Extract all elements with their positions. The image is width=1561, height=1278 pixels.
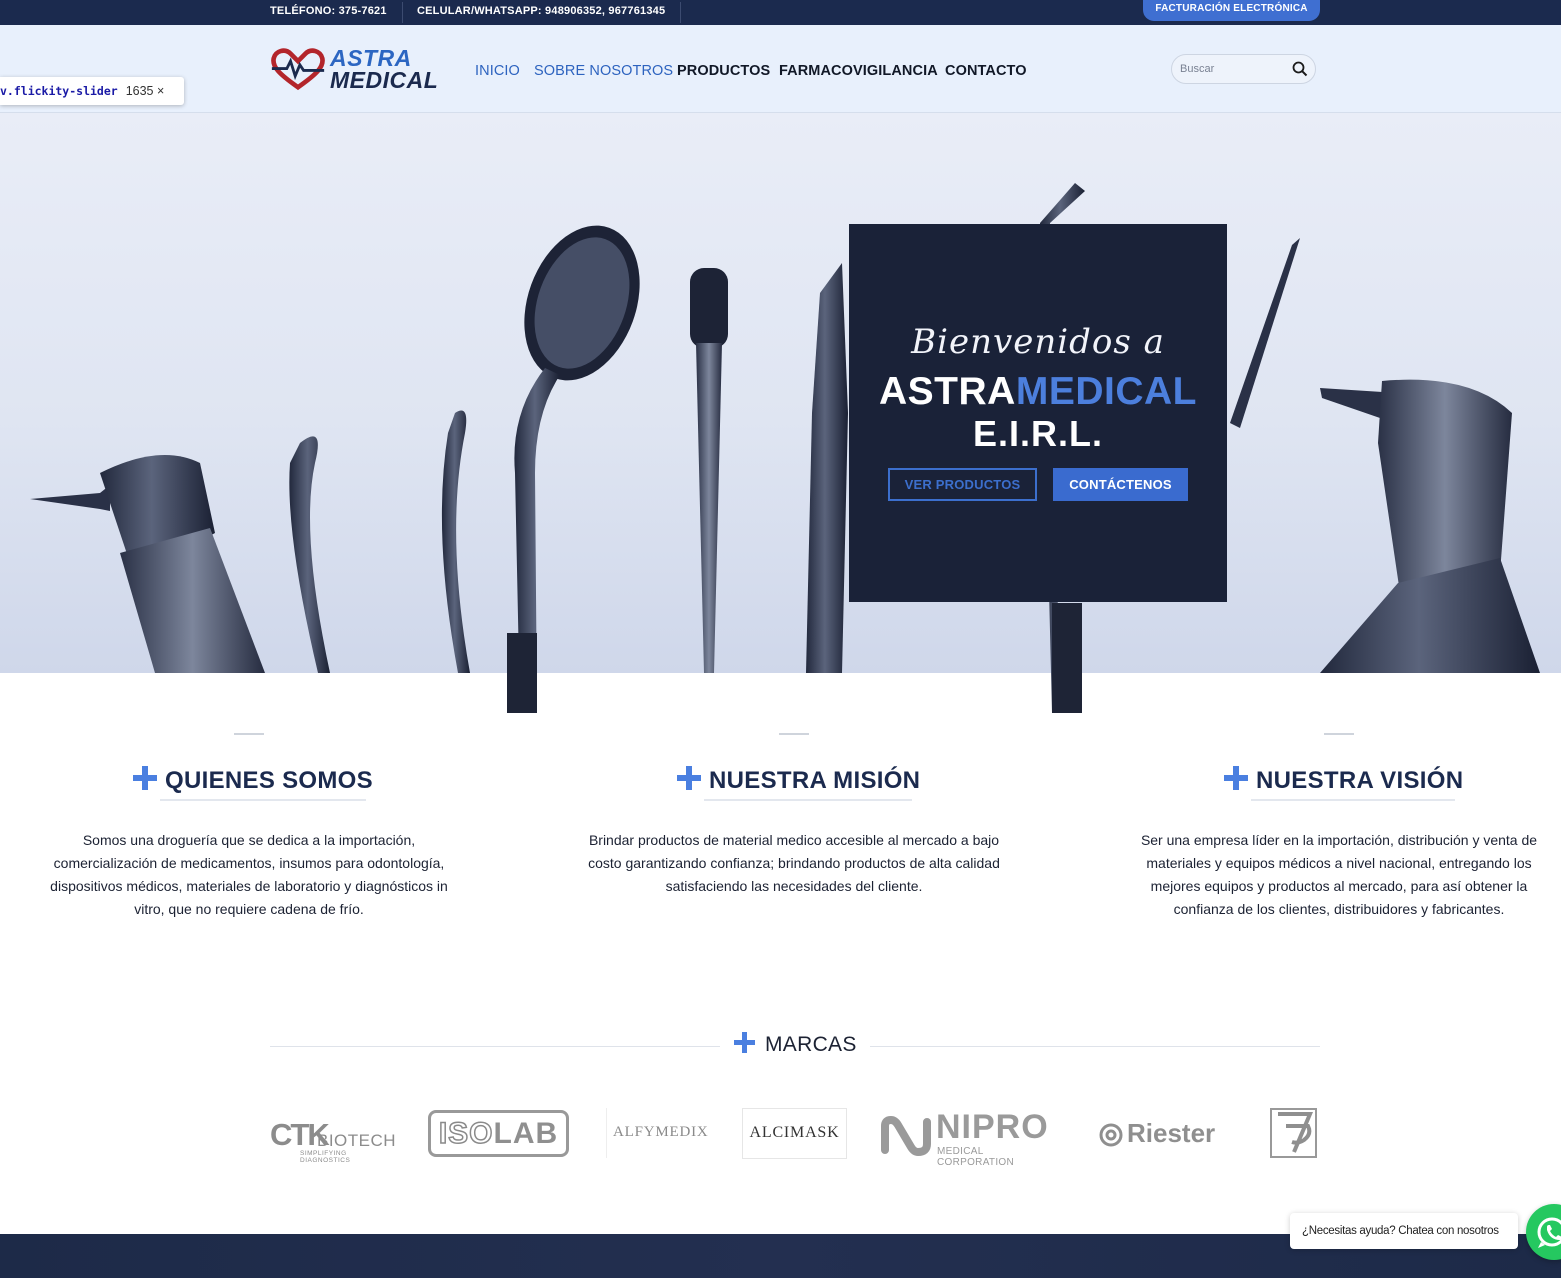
heading-underline: [704, 799, 912, 801]
nav-sobre-nosotros[interactable]: SOBRE NOSOTROS: [534, 63, 673, 83]
view-products-button[interactable]: VER PRODUCTOS: [888, 468, 1037, 501]
devtools-element-tooltip: v.flickity-slider1635 × 600: [0, 77, 184, 126]
hero-brand-suffix: E.I.R.L.: [972, 413, 1103, 454]
plus-icon: [133, 766, 157, 790]
riester-mark-icon: [1099, 1123, 1123, 1147]
plus-icon: [734, 1032, 755, 1053]
ctk-tagline: SIMPLIFYING DIAGNOSTICS: [300, 1150, 351, 1164]
nav-inicio[interactable]: INICIO: [475, 63, 520, 83]
logo-heart-icon[interactable]: [270, 48, 326, 91]
plus-icon: [1224, 766, 1248, 790]
quienes-somos-text: Somos una droguería que se dedica a la i…: [50, 832, 448, 917]
isolab-wordmark: ISOLAB: [431, 1116, 566, 1151]
devtools-selector: v.flickity-slider: [0, 84, 118, 98]
contact-us-button[interactable]: CONTÁCTENOS: [1053, 468, 1188, 501]
divider: [402, 2, 403, 23]
brand-logo-ctk-biotech[interactable]: CTK BIOTECH SIMPLIFYING DIAGNOSTICS: [270, 1117, 397, 1164]
whatsapp-number[interactable]: CELULAR/WHATSAPP: 948906352, 967761345: [417, 0, 665, 25]
logo-line2: MEDICAL: [330, 67, 439, 93]
nuestra-vision-title: NUESTRA VISIÓN: [1256, 767, 1464, 794]
divider: [870, 1046, 1320, 1047]
dental-tools-image: [30, 183, 1540, 713]
whatsapp-icon: [1537, 1217, 1561, 1248]
chat-prompt-bubble[interactable]: ¿Necesitas ayuda? Chatea con nosotros: [1290, 1213, 1518, 1249]
heading-underline: [160, 799, 366, 801]
nuestra-mision-title: NUESTRA MISIÓN: [709, 767, 921, 794]
brand-logo-partial[interactable]: [1270, 1108, 1317, 1158]
brand-logo-alfymedix[interactable]: ALFYMEDIX: [606, 1108, 714, 1158]
marcas-heading: MARCAS: [734, 1032, 857, 1057]
alfymedix-wordmark: ALFYMEDIX: [613, 1124, 709, 1140]
brand-logo-alcimask[interactable]: ALCIMASK: [742, 1108, 847, 1159]
nuestra-vision-heading: NUESTRA VISIÓN: [1224, 766, 1463, 800]
nipro-tagline: MEDICAL CORPORATION: [937, 1146, 1015, 1168]
hero-brand-part1: ASTRA: [879, 370, 1016, 413]
quienes-somos-title: QUIENES SOMOS: [165, 767, 373, 794]
divider: [270, 1046, 720, 1047]
quienes-somos-heading: QUIENES SOMOS: [133, 766, 373, 800]
nav-productos[interactable]: PRODUCTOS: [677, 63, 770, 83]
nuestra-vision-text: Ser una empresa líder en la importación,…: [1140, 832, 1538, 917]
search-input[interactable]: [1180, 60, 1285, 78]
billing-button[interactable]: FACTURACIÓN ELECTRÓNICA: [1143, 0, 1320, 21]
logo-line1: ASTRA: [330, 45, 412, 71]
phone-number[interactable]: TELÉFONO: 375-7621: [270, 0, 387, 25]
brand-logo-isolab[interactable]: ISOLAB: [428, 1110, 569, 1157]
divider: [779, 733, 809, 735]
nav-contacto[interactable]: CONTACTO: [945, 63, 1027, 83]
plus-icon: [677, 766, 701, 790]
nuestra-mision-heading: NUESTRA MISIÓN: [677, 766, 920, 800]
search-box: [1171, 54, 1316, 84]
nuestra-mision-text: Brindar productos de material medico acc…: [588, 832, 1000, 894]
nav-farmacovigilancia[interactable]: FARMACOVIGILANCIA: [779, 63, 938, 83]
heading-underline: [1251, 799, 1455, 801]
isolab-lab: LAB: [493, 1117, 559, 1150]
whatsapp-chat-button[interactable]: [1526, 1204, 1561, 1260]
brand-monogram-icon: [1270, 1108, 1317, 1158]
top-bar: TELÉFONO: 375-7621 CELULAR/WHATSAPP: 948…: [0, 0, 1561, 25]
divider: [1324, 733, 1354, 735]
search-icon[interactable]: [1292, 61, 1308, 77]
ctk-biotech-wordmark: BIOTECH: [317, 1131, 397, 1150]
divider: [680, 2, 681, 23]
hero-slider[interactable]: Bienvenidos a ASTRAMEDICAL E.I.R.L. VER …: [0, 113, 1561, 713]
brand-logo-riester[interactable]: Riester: [1099, 1118, 1234, 1152]
nipro-mark-icon: [881, 1116, 931, 1156]
hero-brand-part2: MEDICAL: [1015, 370, 1197, 413]
isolab-iso: ISO: [438, 1116, 494, 1151]
hero-script-heading: Bienvenidos a: [911, 322, 1165, 362]
alcimask-wordmark: ALCIMASK: [749, 1124, 840, 1141]
divider: [234, 733, 264, 735]
nipro-wordmark: NIPRO: [936, 1108, 1049, 1146]
logo-wordmark[interactable]: ASTRA MEDICAL: [330, 45, 439, 93]
hero-brand-heading: ASTRAMEDICAL: [849, 372, 1227, 412]
marcas-title: MARCAS: [765, 1033, 857, 1056]
riester-wordmark: Riester: [1127, 1118, 1216, 1148]
hero-welcome-card: Bienvenidos a ASTRAMEDICAL E.I.R.L. VER …: [849, 224, 1227, 602]
brand-logo-nipro[interactable]: NIPRO MEDICAL CORPORATION: [879, 1108, 1059, 1168]
